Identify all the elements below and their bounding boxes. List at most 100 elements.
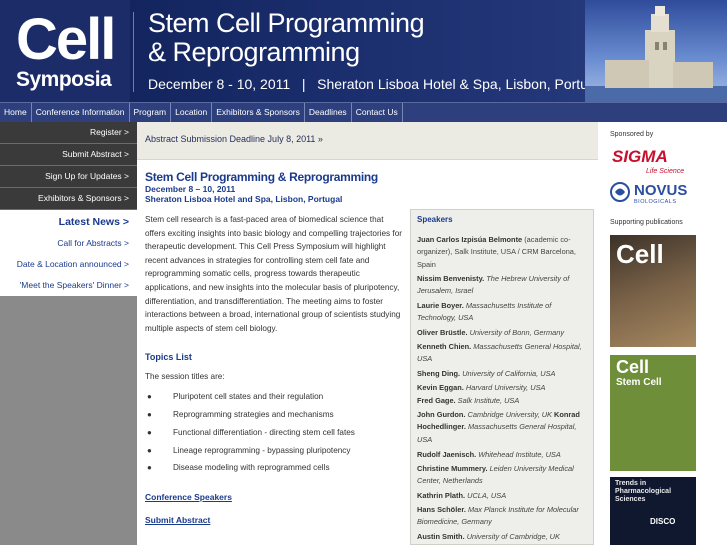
speaker-name: Rudolf Jaenisch. — [417, 450, 477, 459]
sigma-logo[interactable]: SIGMA — [612, 147, 668, 167]
novus-logo[interactable]: NOVUS — [634, 182, 687, 199]
speaker-name: Fred Gage. — [417, 396, 456, 405]
bullet-icon: ● — [147, 392, 152, 401]
speaker-entry: Rudolf Jaenisch. Whitehead Institute, US… — [417, 449, 591, 461]
nav-contact-us[interactable]: Contact Us — [352, 103, 403, 122]
bullet-icon: ● — [147, 410, 152, 419]
novus-logo-icon[interactable] — [610, 182, 630, 202]
nav-home[interactable]: Home — [0, 103, 32, 122]
speaker-entry: Laurie Boyer. Massachusetts Institute of… — [417, 300, 591, 325]
speaker-name: Austin Smith. — [417, 532, 465, 541]
news-date-location-link[interactable]: Date & Location announced > — [17, 259, 129, 269]
latest-news-heading[interactable]: Latest News > — [59, 216, 129, 228]
speaker-affiliation: Salk Institute, USA — [457, 396, 520, 405]
main-content: Stem Cell Programming & Reprogramming De… — [145, 170, 407, 335]
cell-symposia-logo[interactable]: Cell Symposia — [0, 0, 130, 102]
speaker-name: Kathrin Plath. — [417, 491, 466, 500]
bullet-icon: ● — [147, 428, 152, 437]
logo-cell-text: Cell — [16, 7, 116, 72]
speaker-entry: Nissim Benvenisty. The Hebrew University… — [417, 273, 591, 298]
speaker-name: Kenneth Chien. — [417, 342, 472, 351]
cell-stem-cell-title-2: Stem Cell — [616, 377, 662, 388]
sign-up-updates-button[interactable]: Sign Up for Updates > — [0, 166, 137, 188]
belem-tower-photo — [585, 0, 727, 102]
speaker-name: Christine Mummery. — [417, 464, 488, 473]
speakers-box: Speakers Juan Carlos Izpisúa Belmonte (a… — [410, 209, 594, 545]
speaker-entry: John Gurdon. Cambridge University, UK Ko… — [417, 409, 591, 446]
right-column: Sponsored by SIGMA Life Science NOVUS BI… — [598, 122, 727, 545]
register-button[interactable]: Register > — [0, 122, 137, 144]
speaker-entry: Oliver Brüstle. University of Bonn, Germ… — [417, 327, 591, 339]
speaker-affiliation: University of Cambridge, UK — [466, 532, 560, 541]
exhibitors-sponsors-button[interactable]: Exhibitors & Sponsors > — [0, 188, 137, 210]
page-title: Stem Cell Programming & Reprogramming — [145, 170, 378, 184]
speaker-affiliation: UCLA, USA — [467, 491, 507, 500]
nav-conference-information[interactable]: Conference Information — [32, 103, 130, 122]
speaker-name: Sheng Ding. — [417, 369, 461, 378]
nav-deadlines[interactable]: Deadlines — [305, 103, 352, 122]
topics-heading: Topics List — [145, 352, 192, 362]
event-dates: December 8 – 10, 2011 — [145, 184, 236, 194]
speaker-entry: Austin Smith. University of Cambridge, U… — [417, 531, 591, 543]
speakers-heading: Speakers — [417, 215, 453, 224]
left-sidebar: Register > Submit Abstract > Sign Up for… — [0, 122, 137, 545]
speaker-entry: Hans Schöler. Max Planck Institute for M… — [417, 504, 591, 529]
speaker-entry: Kathrin Plath. UCLA, USA — [417, 490, 591, 502]
submit-abstract-link[interactable]: Submit Abstract — [145, 515, 210, 525]
speaker-affiliation: University of California, USA — [462, 369, 556, 378]
latest-news-panel: Latest News > Call for Abstracts > Date … — [0, 210, 137, 296]
novus-logo-subtitle: BIOLOGICALS — [634, 199, 677, 205]
deadline-banner: Abstract Submission Deadline July 8, 201… — [137, 122, 598, 160]
conference-dates-location: December 8 - 10, 2011 | Sheraton Lisboa … — [148, 76, 607, 92]
speaker-name: Nissim Benvenisty. — [417, 274, 485, 283]
trends-journal-subtitle: DISCO — [650, 517, 676, 526]
speaker-name: Oliver Brüstle. — [417, 328, 468, 337]
speaker-affiliation: Cambridge University, UK — [467, 410, 552, 419]
cell-stem-cell-title-1: Cell — [616, 357, 650, 377]
logo-symposia-text: Symposia — [16, 68, 112, 91]
topic-item: Lineage reprogramming - bypassing plurip… — [173, 446, 351, 455]
abstract-deadline-link[interactable]: Abstract Submission Deadline July 8, 201… — [145, 134, 323, 144]
speaker-entry: Fred Gage. Salk Institute, USA — [417, 395, 591, 407]
conference-title-line1: Stem Cell Programming — [148, 8, 425, 38]
speaker-name: Kevin Eggan. — [417, 383, 464, 392]
news-call-for-abstracts-link[interactable]: Call for Abstracts > — [57, 238, 129, 248]
header: Cell Symposia Stem Cell Programming & Re… — [0, 0, 727, 102]
bullet-icon: ● — [147, 463, 152, 472]
supporting-publications-label: Supporting publications — [610, 219, 683, 226]
trends-pharmacological-cover[interactable]: Trends in Pharmacological Sciences DISCO — [610, 477, 696, 545]
cell-stem-cell-cover[interactable]: Cell Stem Cell — [610, 355, 696, 471]
speaker-affiliation: University of Bonn, Germany — [469, 328, 565, 337]
submit-abstract-button[interactable]: Submit Abstract > — [0, 144, 137, 166]
trends-journal-title: Trends in Pharmacological Sciences — [615, 480, 672, 503]
bullet-icon: ● — [147, 446, 152, 455]
speaker-name: John Gurdon. — [417, 410, 466, 419]
speaker-entry: Kevin Eggan. Harvard University, USA — [417, 382, 591, 394]
nav-program[interactable]: Program — [130, 103, 172, 122]
speaker-entry: Kenneth Chien. Massachusetts General Hos… — [417, 341, 591, 366]
event-venue: Sheraton Lisboa Hotel and Spa, Lisbon, P… — [145, 194, 343, 204]
sigma-logo-subtitle: Life Science — [646, 168, 685, 175]
speaker-entry: Sheng Ding. University of California, US… — [417, 368, 591, 380]
sponsored-by-label: Sponsored by — [610, 131, 654, 138]
intro-paragraph: Stem cell research is a fast-paced area … — [145, 215, 402, 333]
topic-item: Disease modeling with reprogrammed cells — [173, 463, 330, 472]
speaker-affiliation: Harvard University, USA — [465, 383, 546, 392]
speaker-name: Juan Carlos Izpisúa Belmonte — [417, 235, 523, 244]
nav-exhibitors-sponsors[interactable]: Exhibitors & Sponsors — [212, 103, 305, 122]
conference-speakers-link[interactable]: Conference Speakers — [145, 492, 232, 502]
nav-location[interactable]: Location — [171, 103, 213, 122]
topic-item: Pluripotent cell states and their regula… — [173, 392, 324, 401]
main-nav: Home Conference Information Program Loca… — [0, 102, 727, 122]
cell-journal-title: Cell — [616, 239, 664, 269]
topic-item: Functional differentiation - directing s… — [173, 428, 355, 437]
conference-title-line2: & Reprogramming — [148, 37, 360, 67]
topic-item: Reprogramming strategies and mechanisms — [173, 410, 334, 419]
header-divider — [133, 12, 134, 92]
speaker-affiliation: Whitehead Institute, USA — [478, 450, 561, 459]
cell-journal-cover[interactable]: Cell — [610, 235, 696, 347]
news-meet-speakers-link[interactable]: 'Meet the Speakers' Dinner > — [20, 280, 129, 290]
speaker-name: Hans Schöler. — [417, 505, 466, 514]
speaker-name: Laurie Boyer. — [417, 301, 464, 310]
topics-intro: The session titles are: — [145, 372, 225, 381]
